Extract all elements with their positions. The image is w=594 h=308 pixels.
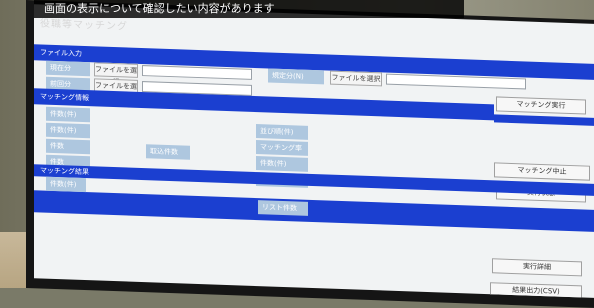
rule-file-label: 規定分(N) [268,68,324,85]
match-right-label-2: マッチング率 [256,140,308,156]
current-file-select-button[interactable]: ファイルを選択 [94,62,138,86]
stop-matching-button[interactable]: マッチング中止 [494,162,590,181]
match-label-1: 件数(件) [46,106,90,123]
video-caption-overlay: 画面の表示について確認したい内容があります [34,0,464,18]
section-result-info-label: マッチング結果 [40,166,89,177]
section-band-extension [494,114,594,126]
run-matching-button[interactable]: マッチング実行 [496,96,586,115]
rule-file-select-button[interactable]: ファイルを選択 [330,70,382,87]
match-right-label-1: 並び順(件) [256,124,308,140]
section-file-input-label: ファイル入力 [40,48,82,58]
match-label-2: 件数(件) [46,122,90,139]
section-matching-info-label: マッチング情報 [40,92,89,103]
output-result-button[interactable]: 結果出力(CSV) [490,282,582,298]
match-right-label-3: 件数(件) [256,156,308,172]
result-label-1: 件数(件) [46,176,86,193]
list-count-label: リスト件数 [258,200,308,216]
app-screen: 役職等マッチング ファイル入力 現在分 ファイルを選択 前回分 ファイルを選択 … [34,4,594,298]
execution-detail-button[interactable]: 実行詳細 [492,258,582,277]
section-matching-info: マッチング情報 [34,88,494,121]
current-file-label: 現在分 [46,60,90,77]
import-count-label: 取込件数 [146,144,190,160]
match-label-3: 件数 [46,138,90,155]
monitor: 役職等マッチング ファイル入力 現在分 ファイルを選択 前回分 ファイルを選択 … [26,0,594,308]
